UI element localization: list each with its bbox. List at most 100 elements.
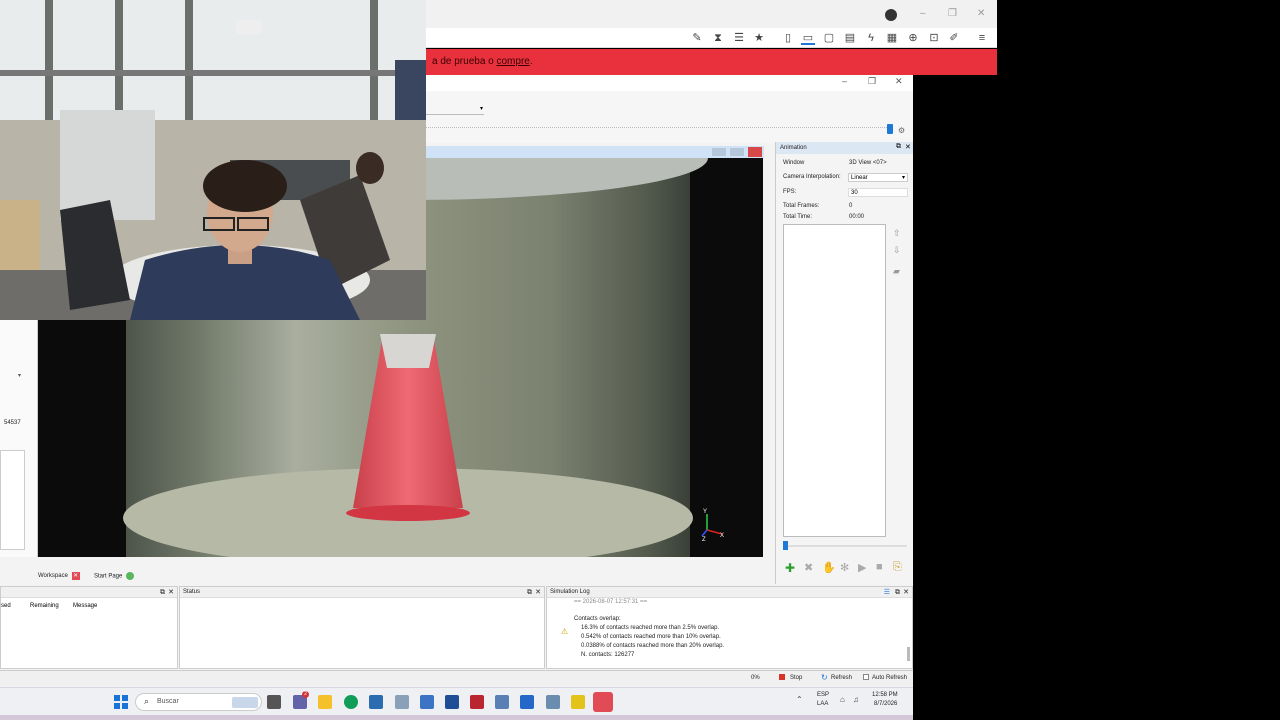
- volume-icon[interactable]: ♫: [853, 695, 859, 704]
- move-down-icon[interactable]: ⇩: [893, 245, 901, 256]
- add-keyframe-icon[interactable]: ✚: [785, 561, 795, 575]
- auto-refresh-checkbox[interactable]: [863, 674, 869, 680]
- task-view-icon[interactable]: [267, 695, 281, 709]
- taskbar-search[interactable]: ⌕ Buscar: [135, 693, 262, 711]
- axis-y-label: Y: [703, 509, 707, 515]
- restore-button[interactable]: ❐: [948, 8, 957, 19]
- log-scrollbar[interactable]: [907, 647, 910, 661]
- file-explorer-icon[interactable]: [318, 695, 332, 709]
- viewport-minimize-button[interactable]: [712, 148, 726, 156]
- anim-fps-value: 30: [851, 190, 858, 196]
- tab-workspace[interactable]: Workspace ✕: [38, 572, 80, 580]
- taskbar: ⌕ Buscar 2 ⌃ ESP LAA ⌂ ♫ 12:58 PM 8/7/20…: [0, 687, 913, 715]
- status-close-button[interactable]: ✕: [535, 587, 541, 598]
- minimize-button[interactable]: –: [920, 8, 926, 19]
- tab-start-page[interactable]: Start Page: [94, 572, 135, 580]
- store-icon[interactable]: [369, 695, 383, 709]
- move-up-icon[interactable]: ⇧: [893, 228, 901, 239]
- window-icon[interactable]: ▢: [822, 31, 836, 45]
- keyboard-icon[interactable]: ▦: [885, 31, 899, 45]
- app-icon-3[interactable]: [445, 695, 459, 709]
- app-icon-2[interactable]: [420, 695, 434, 709]
- anim-time-label: Total Time:: [783, 214, 813, 220]
- viewport-close-button[interactable]: [748, 147, 762, 157]
- anim-fps-input[interactable]: 30: [848, 188, 908, 197]
- tab-workspace-label: Workspace: [38, 573, 68, 579]
- hand-icon[interactable]: ✋: [822, 561, 836, 574]
- star-icon[interactable]: ★: [752, 31, 766, 45]
- time-slider[interactable]: [426, 127, 891, 133]
- col-message: Message: [73, 603, 98, 609]
- status-panel-header: Status ⧉ ✕: [180, 587, 544, 598]
- clock-date[interactable]: 8/7/2026: [874, 701, 897, 707]
- log-float-button[interactable]: ⧉: [895, 587, 900, 598]
- time-slider-handle[interactable]: [887, 124, 893, 134]
- slider-settings-icon[interactable]: ⚙: [898, 126, 905, 135]
- keyframe-list[interactable]: [783, 224, 886, 537]
- app-icon-4[interactable]: [470, 695, 484, 709]
- reader-icon[interactable]: ▭: [801, 31, 815, 45]
- banner-period: .: [529, 56, 533, 67]
- log-filter-icon[interactable]: ☰: [884, 587, 890, 598]
- animation-timeline-handle[interactable]: [783, 541, 788, 550]
- col-remaining: Remaining: [30, 603, 59, 609]
- anim-interp-select[interactable]: Linear ▾: [848, 173, 908, 182]
- record-icon[interactable]: ✻: [840, 561, 849, 574]
- particle-spread: [346, 505, 470, 521]
- banner-buy-link[interactable]: compre: [497, 56, 530, 67]
- lang-code[interactable]: ESP: [817, 692, 829, 698]
- active-app-icon[interactable]: [593, 692, 613, 712]
- jobs-close-button[interactable]: ✕: [168, 587, 174, 598]
- left-value: 54537: [4, 420, 21, 426]
- left-chevron-icon[interactable]: ▾: [18, 372, 21, 379]
- hourglass-icon[interactable]: ⧗: [711, 31, 725, 45]
- app-icon-6[interactable]: [520, 695, 534, 709]
- menu-icon[interactable]: ≡: [975, 31, 989, 45]
- animation-close-button[interactable]: ✕: [905, 143, 911, 151]
- log-heading: Contacts overlap:: [574, 616, 621, 622]
- close-icon[interactable]: ✕: [71, 572, 80, 580]
- viewport-restore-button[interactable]: [730, 148, 744, 156]
- export-icon[interactable]: ⎘: [893, 561, 902, 574]
- animation-timeline[interactable]: [783, 545, 907, 547]
- toolbar-dropdown[interactable]: ▾: [426, 105, 484, 115]
- chevron-up-icon[interactable]: ⌃: [796, 695, 803, 704]
- animation-float-button[interactable]: ⧉: [896, 143, 901, 151]
- pen-icon[interactable]: ✐: [947, 31, 961, 45]
- app-restore-button[interactable]: ❐: [868, 76, 876, 87]
- app-toolbar: ▾: [426, 91, 913, 143]
- extension-icon[interactable]: ⊡: [927, 31, 941, 45]
- tracking-icon[interactable]: ✎: [690, 31, 704, 45]
- chevron-down-icon: ▾: [479, 106, 483, 112]
- app-icon-8[interactable]: [571, 695, 585, 709]
- status-bar: 0% Stop ↻ Refresh Auto Refresh: [0, 670, 913, 686]
- chat-icon[interactable]: ▤: [843, 31, 857, 45]
- clock-time[interactable]: 12:58 PM: [872, 692, 898, 698]
- camera-icon[interactable]: ▰: [893, 266, 900, 277]
- app-icon-7[interactable]: [546, 695, 560, 709]
- app-close-button[interactable]: ✕: [895, 76, 903, 87]
- close-button[interactable]: ✕: [977, 8, 985, 19]
- status-float-button[interactable]: ⧉: [527, 587, 532, 598]
- app-icon-5[interactable]: [495, 695, 509, 709]
- play-icon[interactable]: ▶: [858, 561, 866, 574]
- left-list: [0, 450, 25, 550]
- flash-icon[interactable]: ϟ: [864, 31, 878, 45]
- jobs-float-button[interactable]: ⧉: [160, 587, 165, 598]
- page-icon[interactable]: ▯: [781, 31, 795, 45]
- network-icon[interactable]: ⌂: [840, 695, 845, 704]
- log-close-button[interactable]: ✕: [903, 587, 909, 598]
- stop-button[interactable]: Stop: [790, 675, 802, 681]
- windows-start-icon[interactable]: [114, 695, 128, 709]
- app-minimize-button[interactable]: –: [842, 76, 847, 86]
- delete-keyframe-icon[interactable]: ✖: [804, 561, 813, 574]
- account-icon[interactable]: [885, 9, 897, 21]
- refresh-button[interactable]: Refresh: [831, 675, 852, 681]
- edge-icon[interactable]: [344, 695, 358, 709]
- lang-layout[interactable]: LAA: [817, 701, 828, 707]
- stop-icon[interactable]: ■: [876, 561, 883, 573]
- database-icon[interactable]: ☰: [732, 31, 746, 45]
- app-icon-1[interactable]: [395, 695, 409, 709]
- animation-panel-title: Animation: [776, 142, 913, 154]
- globe-icon[interactable]: ⊕: [906, 31, 920, 45]
